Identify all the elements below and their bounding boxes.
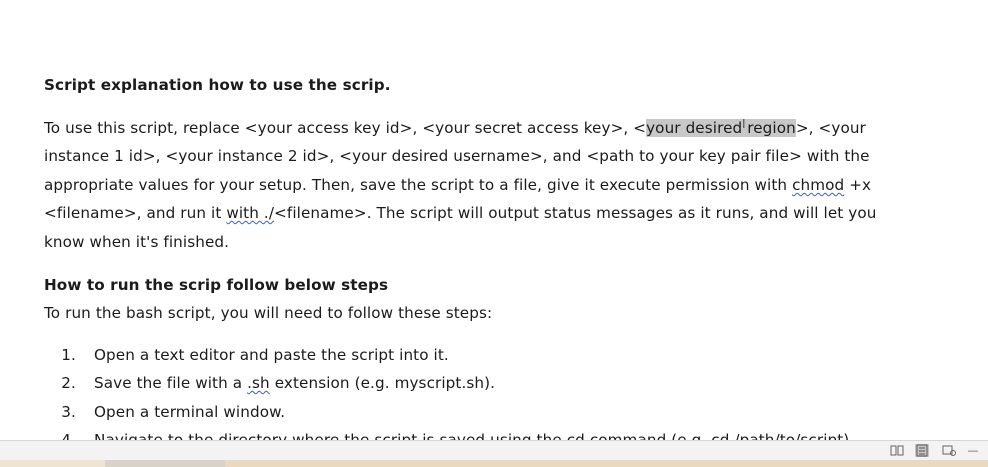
text-run: extension (e.g. myscript.sh).	[269, 374, 496, 392]
list-number: 4.	[61, 431, 76, 440]
list-text: Open a terminal window.	[94, 403, 286, 421]
taskbar-start-area[interactable]	[0, 460, 105, 467]
read-mode-icon[interactable]	[890, 444, 904, 457]
list-item: 3. Open a terminal window.	[30, 403, 285, 421]
paragraph-line-4: <filename>, and run it with ./<filename>…	[44, 204, 876, 222]
web-layout-icon[interactable]	[942, 444, 956, 457]
taskbar	[0, 460, 988, 467]
list-number: 3.	[61, 403, 76, 421]
list-number: 2.	[61, 374, 76, 392]
spellcheck-word[interactable]: with ./	[226, 204, 274, 222]
taskbar-apps-area[interactable]	[225, 460, 988, 467]
text-run: >, <your	[795, 119, 866, 137]
paragraph-line-2: instance 1 id>, <your instance 2 id>, <y…	[44, 147, 870, 165]
text-run: <filename>, and run it	[44, 204, 227, 222]
heading-how-to-run: How to run the scrip follow below steps	[44, 276, 389, 294]
intro-text: To run the bash script, you will need to…	[44, 304, 493, 322]
list-number: 1.	[61, 346, 76, 364]
list-item: 4. Navigate to the directory where the sc…	[30, 431, 849, 440]
status-bar: —	[0, 440, 988, 461]
print-layout-icon[interactable]	[915, 444, 929, 457]
taskbar-search-area[interactable]	[105, 460, 225, 467]
list-item: 1. Open a text editor and paste the scrip…	[30, 346, 449, 364]
spellcheck-word[interactable]: .sh	[247, 374, 270, 392]
heading-script-explanation: Script explanation how to use the scrip.	[44, 76, 391, 94]
paragraph-line-3: appropriate values for your setup. Then,…	[44, 176, 871, 194]
list-text: Navigate to the directory where the scri…	[94, 431, 850, 440]
list-item: 2. Save the file with a .sh extension (e.…	[30, 374, 495, 392]
document-page[interactable]: Script explanation how to use the scrip.…	[0, 0, 988, 440]
zoom-out-button[interactable]: —	[966, 444, 980, 457]
paragraph-line-5: know when it's finished.	[44, 233, 230, 251]
selected-text[interactable]: your desired region	[646, 119, 796, 137]
text-run: Save the file with a	[94, 374, 248, 392]
text-run: To use this script, replace <your access…	[44, 119, 634, 137]
text-run: <	[633, 119, 647, 137]
list-text: Open a text editor and paste the script …	[94, 346, 449, 364]
text-run: appropriate values for your setup. Then,…	[44, 176, 793, 194]
spellcheck-word[interactable]: chmod	[792, 176, 844, 194]
text-cursor-icon: I	[742, 117, 746, 131]
text-run: <filename>. The script will output statu…	[274, 204, 877, 222]
text-run: +x	[844, 176, 872, 194]
